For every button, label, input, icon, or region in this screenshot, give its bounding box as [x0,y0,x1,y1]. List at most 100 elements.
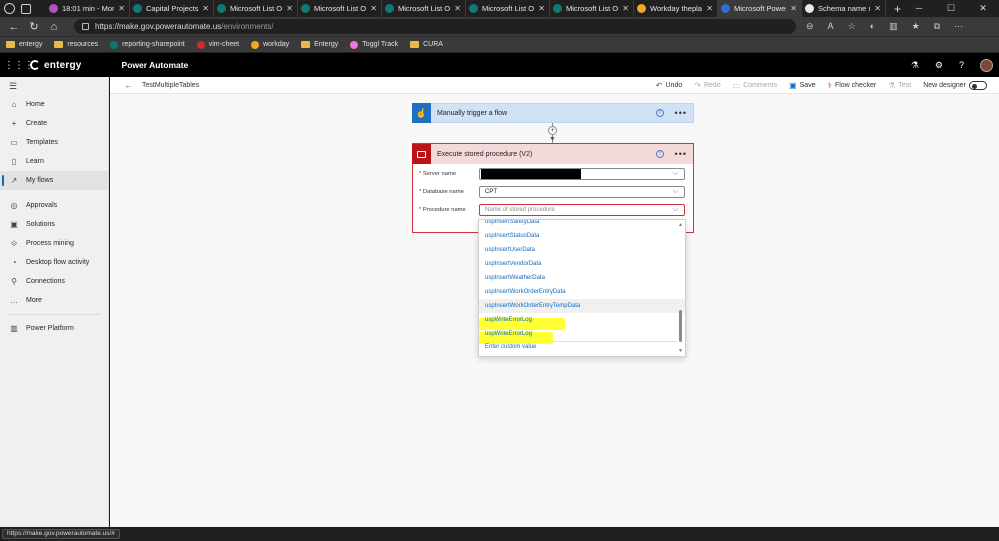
trigger-card[interactable]: ☝ Manually trigger a flow ? ••• [412,103,694,123]
profile-icon[interactable] [4,3,15,14]
close-tab-icon[interactable]: ✕ [790,4,797,13]
bookmark-item[interactable]: resources [54,41,98,48]
browser-tab[interactable]: Microsoft List Ope✕ [466,0,550,17]
server-name-select[interactable]: ⌵ [479,168,685,180]
help-circle-icon[interactable]: ? [655,109,664,117]
settings-more-icon[interactable]: ⋯ [954,21,963,32]
bookmark-item[interactable]: vim-cheet [196,40,239,49]
close-tab-icon[interactable]: ✕ [370,4,377,13]
close-tab-icon[interactable]: ✕ [118,4,125,13]
dropdown-option[interactable]: uspInsertSafetyData [479,220,685,229]
dropdown-option[interactable]: uspInsertStatusData [479,229,685,243]
bookmark-item[interactable]: Toggl Track [350,40,398,49]
refresh-icon[interactable]: ↻ [24,20,44,33]
bookmark-item[interactable]: workday [251,40,289,49]
app-launcher-icon[interactable]: ⋮⋮⋮ [4,60,34,71]
redo-label: Redo [703,82,721,89]
collections-icon[interactable]: ⧉ [934,21,940,32]
close-tab-icon[interactable]: ✕ [454,4,461,13]
bookmark-item[interactable]: reporting-sharepoint [110,40,185,49]
close-tab-icon[interactable]: ✕ [286,4,293,13]
close-tab-icon[interactable]: ✕ [538,4,545,13]
close-tab-icon[interactable]: ✕ [622,4,629,13]
bookmark-item[interactable]: Entergy [301,41,338,48]
comments-button[interactable]: ▭ Comments [733,81,777,90]
dropdown-option[interactable]: uspWriteErrorLog [479,313,685,327]
insert-step-icon[interactable]: + [548,126,557,135]
zoom-icon[interactable]: ⊖ [806,21,814,32]
dropdown-option[interactable]: uspInsertUserData [479,243,685,257]
extensions-icon[interactable]: ◐ [870,21,875,32]
bookmark-item[interactable]: CURA [410,41,443,48]
nav-item-connections[interactable]: ⚲ Connections [0,272,108,291]
browser-tab[interactable]: Microsoft List Ope✕ [550,0,634,17]
split-screen-icon[interactable]: ▥ [889,21,898,32]
address-bar[interactable]: https://make.gov.powerautomate.us/enviro… [74,19,796,34]
settings-gear-icon[interactable]: ⚙ [935,60,943,71]
back-arrow-icon[interactable]: ← [124,80,133,90]
browser-tab[interactable]: Schema name mis ✕ [802,0,886,17]
scroll-down-icon[interactable]: ▼ [678,348,683,354]
browser-tab[interactable]: Microsoft List Ope✕ [298,0,382,17]
desktop-activity-icon: ◔ [11,258,17,267]
procedure-name-select[interactable]: Name of stored procedure ⌵ [479,204,685,216]
browser-tab[interactable]: Workday theplane ✕ [634,0,718,17]
toggle-switch[interactable] [969,81,987,90]
home-browser-icon[interactable]: ⌂ [44,21,64,33]
close-window-button[interactable]: ✕ [967,0,999,17]
database-name-select[interactable]: CPT ⌵ [479,186,685,198]
test-button[interactable]: ⚗ Test [888,81,911,90]
close-tab-icon[interactable]: ✕ [874,4,881,13]
dropdown-scrollbar[interactable]: ▲ ▼ [678,222,683,354]
dropdown-option[interactable]: uspInsertVendorData [479,257,685,271]
close-tab-icon[interactable]: ✕ [202,4,209,13]
more-options-icon[interactable]: ••• [675,149,687,159]
tab-title: Workday theplane [650,4,702,13]
nav-item-templates[interactable]: ▭ Templates [0,133,108,152]
save-button[interactable]: ▣ Save [789,81,816,90]
minimize-button[interactable]: ─ [903,0,935,17]
scroll-up-icon[interactable]: ▲ [678,222,683,228]
favorite-star-icon[interactable]: ☆ [848,21,856,32]
nav-item-create[interactable]: + Create [0,114,108,133]
nav-item-more[interactable]: … More [0,291,108,310]
back-arrow-icon[interactable]: ← [4,21,24,33]
browser-tab[interactable]: Microsoft Power A✕ [718,0,802,17]
nav-item-learn[interactable]: ▯ Learn [0,152,108,171]
hamburger-menu-icon[interactable]: ☰ [0,77,108,95]
read-aloud-icon[interactable]: A [828,21,834,32]
tab-actions-icon[interactable] [21,3,31,14]
undo-button[interactable]: ↶ Undo [656,81,682,90]
flow-checker-button[interactable]: ⚕ Flow checker [828,81,877,90]
dropdown-option[interactable]: uspWriteErrorLog [479,327,685,341]
nav-item-power-platform[interactable]: ▥ Power Platform [0,319,108,338]
bookmark-item[interactable]: entergy [6,41,42,48]
nav-item-desktop-flow-activity[interactable]: ◔ Desktop flow activity [0,253,108,272]
maximize-button[interactable]: ☐ [935,0,967,17]
enter-custom-value-option[interactable]: Enter custom value [485,344,536,350]
favorites-icon[interactable]: ★ [912,21,920,32]
browser-tab[interactable]: Microsoft List Ope✕ [214,0,298,17]
dropdown-option[interactable]: uspInsertWeatherData [479,271,685,285]
browser-tab[interactable]: 18:01 min - Morni✕ [46,0,130,17]
scrollbar-thumb[interactable] [679,310,682,342]
app-name[interactable]: Power Automate [122,60,189,70]
help-circle-icon[interactable]: ? [655,150,664,158]
avatar[interactable] [980,58,993,72]
redo-button[interactable]: ↷ Redo [694,81,720,90]
browser-tab[interactable]: Microsoft List Ope✕ [382,0,466,17]
more-options-icon[interactable]: ••• [675,108,687,118]
environment-icon[interactable]: ⚗ [911,60,919,71]
close-tab-icon[interactable]: ✕ [706,4,713,13]
nav-item-process-mining[interactable]: ⟐ Process mining [0,234,108,253]
nav-item-my-flows[interactable]: ↗ My flows [0,171,108,190]
browser-tab[interactable]: Capital Projects Re✕ [130,0,214,17]
dropdown-option[interactable]: uspInsertWorkOrderEntryData [479,285,685,299]
nav-item-approvals[interactable]: ◎ Approvals [0,196,108,215]
nav-item-home[interactable]: ⌂ Home [0,95,108,114]
new-designer-toggle[interactable]: New designer [923,81,987,90]
help-icon[interactable]: ? [959,60,964,70]
action-card-header[interactable]: Execute stored procedure (V2) ? ••• [412,144,693,164]
dropdown-option[interactable]: uspInsertWorkOrderEntryTempData [479,299,685,313]
nav-item-solutions[interactable]: ▣ Solutions [0,215,108,234]
